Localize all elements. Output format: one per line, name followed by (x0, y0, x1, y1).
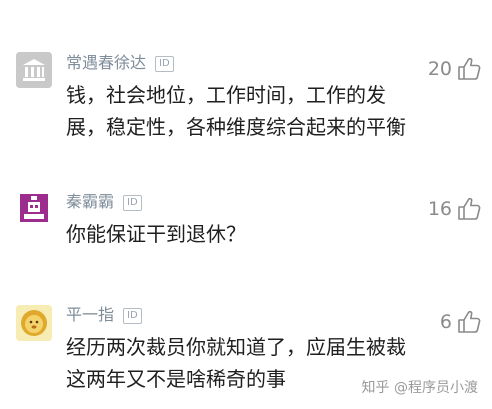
comment-text: 经历两次裁员你就知道了，应届生被裁这两年又不是啥稀奇的事 (66, 335, 406, 391)
username-text[interactable]: 常遇春徐达 (66, 53, 146, 72)
like-count: 6 (439, 311, 452, 333)
username-text[interactable]: 平一指 (66, 305, 114, 324)
pixel-robot-icon (16, 190, 52, 226)
avatar[interactable] (16, 52, 52, 88)
like-button[interactable]: 6 (440, 309, 482, 335)
like-count: 16 (427, 198, 452, 220)
thumbs-up-icon (458, 197, 481, 220)
id-badge: ID (123, 195, 142, 211)
thumbs-up-icon (458, 57, 481, 80)
username[interactable]: 常遇春徐达 ID (66, 53, 174, 73)
like-button[interactable]: 16 (428, 196, 482, 222)
thumbs-up-icon (458, 310, 481, 333)
watermark: 知乎 @程序员小渡 (361, 380, 478, 396)
avatar[interactable] (16, 305, 52, 341)
id-badge: ID (123, 308, 142, 324)
cartoon-lion-icon (16, 305, 52, 341)
username-text[interactable]: 秦霸霸 (66, 192, 114, 211)
like-button[interactable]: 20 (428, 56, 482, 82)
comment-text: 你能保证干到退休？ (66, 222, 246, 246)
id-badge: ID (155, 56, 174, 72)
username[interactable]: 平一指 ID (66, 305, 142, 325)
bank-building-icon (16, 52, 52, 88)
username[interactable]: 秦霸霸 ID (66, 192, 142, 212)
avatar[interactable] (16, 190, 52, 226)
comment-text: 钱，社会地位，工作时间，工作的发展，稳定性，各种维度综合起来的平衡 (66, 83, 406, 139)
like-count: 20 (427, 58, 452, 80)
